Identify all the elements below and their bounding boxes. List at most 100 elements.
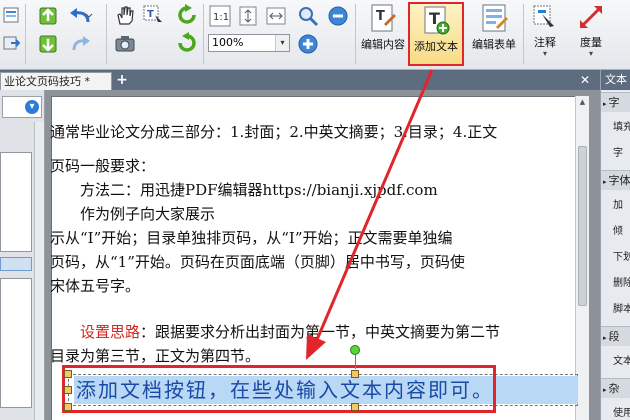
panel-options-icon[interactable]: ▾ [25, 100, 39, 114]
rotate-counterclockwise-icon[interactable] [174, 30, 200, 56]
edit-content-button[interactable]: T 编辑内容 [358, 2, 408, 66]
new-tab-button[interactable]: + [115, 72, 129, 88]
properties-panel-title: 文本 [601, 70, 630, 90]
properties-item[interactable]: 下划 [603, 248, 630, 268]
doc-line-5[interactable]: 示从“I”开始；目录单独排页码，从“I”开始；正文需要单独编 [50, 227, 453, 248]
first-page-icon[interactable] [36, 4, 60, 28]
properties-item[interactable]: 填充 [603, 118, 630, 138]
resize-handle-bottom-left[interactable] [64, 403, 72, 411]
collapse-triangle-icon[interactable]: ▸ [603, 100, 607, 108]
zoom-in-icon[interactable] [296, 32, 320, 56]
doc-idea-line-2[interactable]: 目录为第三节，正文为第四节。 [50, 345, 260, 366]
doc-idea-line[interactable]: 设置思路：跟据要求分析出封面为第一节，中英文摘要为第二节 [80, 321, 500, 342]
edit-content-label: 编辑内容 [361, 38, 405, 51]
fit-width-icon[interactable] [264, 4, 288, 28]
page-export-icon[interactable] [0, 32, 22, 54]
snapshot-icon[interactable] [112, 32, 138, 56]
properties-section[interactable]: ▸ 字体 [601, 170, 630, 190]
edit-content-icon: T [371, 4, 396, 32]
toolbar-separator [203, 4, 204, 64]
scrollbar-thumb[interactable] [578, 146, 587, 306]
properties-section[interactable]: ▸ 字 [601, 92, 630, 112]
select-text-icon[interactable]: T [140, 2, 166, 28]
actual-size-icon[interactable]: 1:1 [208, 4, 232, 28]
edit-form-label: 编辑表单 [472, 38, 516, 51]
close-tab-button[interactable]: ✕ [578, 73, 592, 87]
edit-form-icon [482, 4, 508, 32]
doc-line-2[interactable]: 页码一般要求： [50, 155, 155, 176]
properties-section-label: 段 [608, 330, 620, 343]
toolbar-separator [523, 4, 524, 64]
properties-section-label: 字 [608, 96, 620, 109]
panel-view-select[interactable]: ▾ [2, 96, 42, 118]
properties-item[interactable]: 使用 [603, 404, 630, 420]
properties-item[interactable]: 加 [603, 196, 630, 216]
properties-item[interactable]: 脚本 [603, 300, 630, 320]
redo-icon[interactable] [66, 32, 96, 56]
zoom-level-select[interactable]: 100% ▾ [208, 34, 290, 52]
tab-document[interactable]: 业论文页码技巧 * [0, 72, 112, 90]
add-text-button[interactable]: T 添加文本 [408, 2, 464, 66]
properties-section[interactable]: ▸ 段 [601, 326, 630, 346]
properties-section[interactable]: ▸ 杂 [601, 378, 630, 398]
doc-line-4[interactable]: 作为例子向大家展示 [80, 203, 215, 224]
properties-item[interactable]: 字 [603, 144, 630, 164]
collapse-triangle-icon[interactable]: ▸ [603, 334, 607, 342]
rotation-handle-stem [355, 355, 356, 369]
resize-handle-left[interactable] [64, 386, 72, 394]
measure-icon [580, 6, 602, 28]
annotate-button[interactable]: 注释 ▾ [526, 2, 564, 66]
add-text-label: 添加文本 [414, 40, 458, 53]
page-layout-icon[interactable] [0, 4, 22, 26]
main-toolbar: T 1:1 100% ▾ T 编辑内容 T 添加文本 编辑表单 注释 ▾ 度量 … [0, 0, 630, 70]
hand-tool-icon[interactable] [112, 2, 138, 28]
properties-panel: 文本 ▸字填充字▸字体加倾下划删除脚本▸段文本▸杂使用 [600, 70, 630, 420]
highlight-box [62, 365, 496, 413]
document-scrollbar[interactable]: ▲ [575, 96, 589, 420]
thumbnail-panel: ▾ [0, 90, 45, 420]
doc-line-1[interactable]: 通常毕业论文分成三部分：1.封面；2.中英文摘要；3.目录；4.正文 [50, 121, 497, 142]
pdf-editor-window: T 1:1 100% ▾ T 编辑内容 T 添加文本 编辑表单 注释 ▾ 度量 … [0, 0, 630, 420]
svg-text:T: T [147, 9, 154, 20]
page-thumbnail[interactable] [0, 278, 32, 408]
collapse-triangle-icon[interactable]: ▸ [603, 386, 607, 394]
last-page-icon[interactable] [36, 32, 60, 56]
measure-button[interactable]: 度量 ▾ [572, 2, 610, 66]
measure-label: 度量 [580, 36, 602, 49]
document-tab-bar: 业论文页码技巧 * + ✕ [0, 70, 600, 90]
scroll-up-icon[interactable]: ▲ [578, 98, 587, 107]
rotate-clockwise-icon[interactable] [174, 2, 200, 28]
toolbar-separator [25, 4, 26, 64]
properties-section-label: 字体 [608, 174, 630, 187]
fit-page-icon[interactable] [236, 4, 260, 28]
chevron-down-icon[interactable]: ▾ [589, 50, 593, 58]
resize-handle-top[interactable] [351, 370, 359, 378]
svg-text:1:1: 1:1 [213, 12, 229, 23]
properties-item[interactable]: 倾 [603, 222, 630, 242]
page-thumbnail-selected[interactable] [0, 257, 32, 271]
resize-handle-bottom[interactable] [351, 403, 359, 411]
zoom-marquee-icon[interactable] [296, 4, 320, 28]
collapse-triangle-icon[interactable]: ▸ [603, 178, 607, 186]
zoom-out-icon[interactable] [326, 4, 350, 28]
resize-handle-top-left[interactable] [64, 370, 72, 378]
properties-item[interactable]: 删除 [603, 274, 630, 294]
page-thumbnail[interactable] [0, 152, 32, 252]
doc-line-7[interactable]: 宋体五号字。 [50, 275, 140, 296]
edit-form-button[interactable]: 编辑表单 [468, 2, 520, 66]
doc-line-3[interactable]: 方法二：用迅捷PDF编辑器https://bianji.xjpdf.com [80, 179, 438, 200]
chevron-down-icon[interactable]: ▾ [275, 35, 289, 51]
add-text-icon: T [424, 6, 450, 35]
zoom-level-value: 100% [212, 36, 244, 49]
rotation-handle[interactable] [350, 345, 360, 355]
annotate-label: 注释 [534, 36, 556, 49]
chevron-down-icon[interactable]: ▾ [543, 50, 547, 58]
annotate-icon [533, 5, 554, 27]
undo-icon[interactable] [66, 4, 96, 28]
thumbnail-scrollbar[interactable] [34, 122, 44, 420]
toolbar-separator [355, 4, 356, 64]
properties-item[interactable]: 文本 [603, 352, 630, 372]
idea-keyword: 设置思路 [80, 323, 141, 341]
idea-text: ：跟据要求分析出封面为第一节，中英文摘要为第二节 [140, 323, 501, 341]
doc-line-6[interactable]: 页码，从“1”开始。页码在页面底端（页脚）居中书写，页码使 [50, 251, 465, 272]
